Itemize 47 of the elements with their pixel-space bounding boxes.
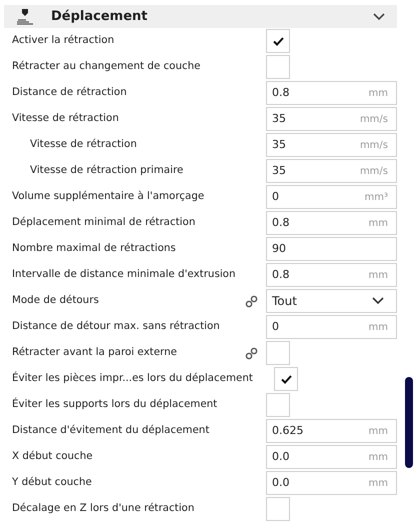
setting-label: Distance de détour max. sans rétraction xyxy=(12,319,220,334)
checkbox[interactable] xyxy=(266,29,290,53)
input-field[interactable]: 0.0 mm xyxy=(266,471,397,495)
setting-label: Nombre maximal de rétractions xyxy=(12,241,176,256)
link-icon[interactable] xyxy=(244,294,258,308)
setting-label: Volume supplémentaire à l'amorçage xyxy=(12,189,204,204)
setting-label: Vitesse de rétraction xyxy=(30,137,137,152)
section-header[interactable]: Déplacement xyxy=(4,5,397,28)
input-field[interactable]: 0 mm xyxy=(266,315,397,339)
setting-label: Y début couche xyxy=(12,475,92,490)
input-field[interactable]: 35 mm/s xyxy=(266,159,397,183)
checkmark-icon xyxy=(280,374,292,384)
input-field[interactable]: 0.8 mm xyxy=(266,211,397,235)
setting-label: Vitesse de rétraction primaire xyxy=(30,163,184,178)
input-field[interactable]: 90 xyxy=(266,237,397,261)
input-field[interactable]: 35 mm/s xyxy=(266,133,397,157)
setting-label: Décalage en Z lors d'une rétraction xyxy=(12,501,194,516)
checkbox[interactable] xyxy=(266,341,290,365)
checkbox[interactable] xyxy=(266,55,290,79)
input-field[interactable]: 0 mm³ xyxy=(266,185,397,209)
checkbox[interactable] xyxy=(274,367,298,391)
setting-label: Mode de détours xyxy=(12,293,99,308)
checkbox[interactable] xyxy=(266,497,290,521)
input-field[interactable]: 0.8 mm xyxy=(266,81,397,105)
setting-label: Intervalle de distance minimale d'extrusion xyxy=(12,267,236,282)
setting-label: Activer la rétraction xyxy=(12,33,114,48)
dropdown[interactable]: Tout xyxy=(266,289,397,313)
setting-label: Déplacement minimal de rétraction xyxy=(12,215,196,230)
scrollbar-thumb[interactable] xyxy=(405,377,413,468)
chevron-icon xyxy=(372,297,384,305)
setting-label: Vitesse de rétraction xyxy=(12,111,119,126)
setting-label: Distance de rétraction xyxy=(12,85,127,100)
setting-label: Éviter les pièces impr...es lors du déplacement xyxy=(12,371,253,386)
link-icon[interactable] xyxy=(244,346,258,360)
checkmark-icon xyxy=(272,36,284,46)
input-field[interactable]: 0.625 mm xyxy=(266,419,397,443)
input-field[interactable]: 0.8 mm xyxy=(266,263,397,287)
setting-label: Rétracter au changement de couche xyxy=(12,59,201,74)
input-field[interactable]: 0.0 mm xyxy=(266,445,397,469)
nozzle-icon xyxy=(16,8,34,26)
checkbox[interactable] xyxy=(266,393,290,417)
section-title: Déplacement xyxy=(51,8,148,26)
setting-label: Éviter les supports lors du déplacement xyxy=(12,397,218,412)
input-field[interactable]: 35 mm/s xyxy=(266,107,397,131)
setting-label: Rétracter avant la paroi externe xyxy=(12,345,177,360)
setting-label: Distance d'évitement du déplacement xyxy=(12,423,210,438)
setting-label: X début couche xyxy=(12,449,93,464)
